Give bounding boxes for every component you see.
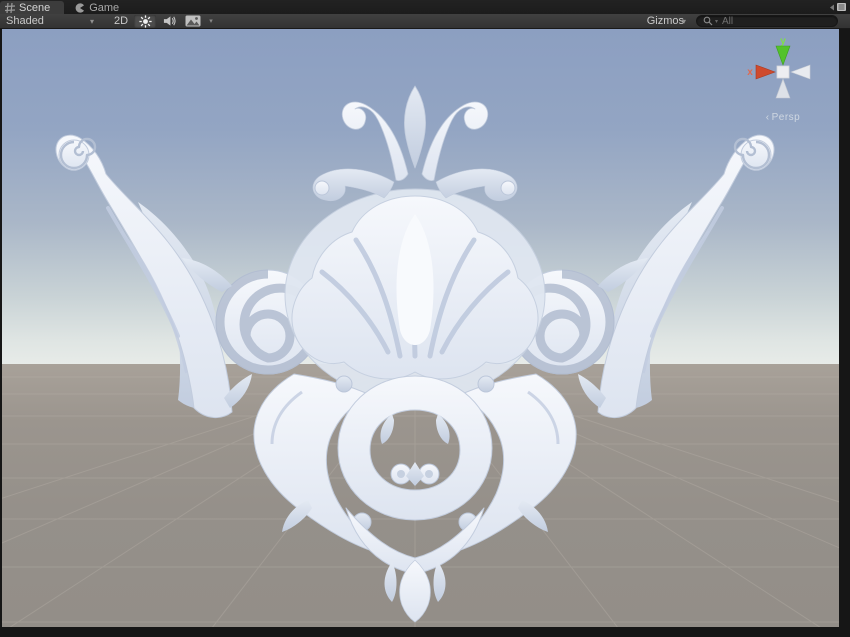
axis-x-label: x <box>747 67 753 78</box>
tab-game[interactable]: Game <box>70 1 133 14</box>
scene-view-toolbar: Shaded ▾ 2D <box>0 14 850 29</box>
tab-bar: Scene Game <box>0 0 850 14</box>
axis-y-label: y <box>780 36 786 47</box>
axis-gizmo-graphic: y x <box>741 35 825 105</box>
effects-toggle[interactable] <box>182 15 204 28</box>
image-icon <box>185 15 201 27</box>
pane-menu-icon[interactable] <box>829 3 846 11</box>
speaker-icon <box>163 15 176 27</box>
chevron-down-icon: ▾ <box>90 17 94 26</box>
scene-render <box>2 29 839 627</box>
toggle-2d-button[interactable]: 2D <box>110 15 132 28</box>
gizmo-search-field[interactable]: ▾ All <box>696 15 838 27</box>
game-icon <box>75 3 85 13</box>
pane-menu-arrow-icon <box>829 4 835 11</box>
gizmos-label: Gizmos <box>647 15 684 27</box>
magnifier-icon <box>703 16 713 26</box>
chevron-down-icon: ▾ <box>209 17 213 25</box>
chevron-left-icon: ‹ <box>766 112 770 123</box>
toggle-2d-label: 2D <box>114 15 128 27</box>
tab-scene-label: Scene <box>19 2 50 14</box>
search-filter-caret-icon: ▾ <box>715 18 718 25</box>
effects-dropdown[interactable]: ▾ <box>206 15 216 28</box>
tab-scene[interactable]: Scene <box>0 1 64 14</box>
scene-grid-icon <box>5 3 15 13</box>
orientation-gizmo[interactable]: y x ‹Persp <box>741 35 825 123</box>
axis-neg-cone-right[interactable] <box>791 65 810 79</box>
shading-mode-dropdown[interactable]: Shaded ▾ <box>0 14 100 29</box>
axis-neg-cone-bottom[interactable] <box>776 79 790 98</box>
scene-lighting-toggle[interactable] <box>134 15 156 28</box>
tab-game-label: Game <box>89 2 119 14</box>
axis-cube[interactable] <box>777 66 789 78</box>
axis-x-cone[interactable] <box>756 65 775 79</box>
audio-toggle[interactable] <box>158 15 180 28</box>
projection-text: Persp <box>772 112 801 123</box>
sun-icon <box>139 15 152 28</box>
scene-viewport[interactable]: y x ‹Persp <box>2 29 839 627</box>
projection-label[interactable]: ‹Persp <box>741 112 825 123</box>
pane-menu-list-icon <box>837 3 846 11</box>
unity-scene-window: Scene Game Shaded ▾ 2D <box>0 0 850 637</box>
axis-y-cone[interactable] <box>776 46 790 65</box>
shading-mode-label: Shaded <box>6 15 44 27</box>
gizmos-dropdown[interactable]: Gizmos ▾ <box>641 14 692 29</box>
chevron-down-icon: ▾ <box>682 17 686 26</box>
search-scope-text: All <box>722 16 733 27</box>
